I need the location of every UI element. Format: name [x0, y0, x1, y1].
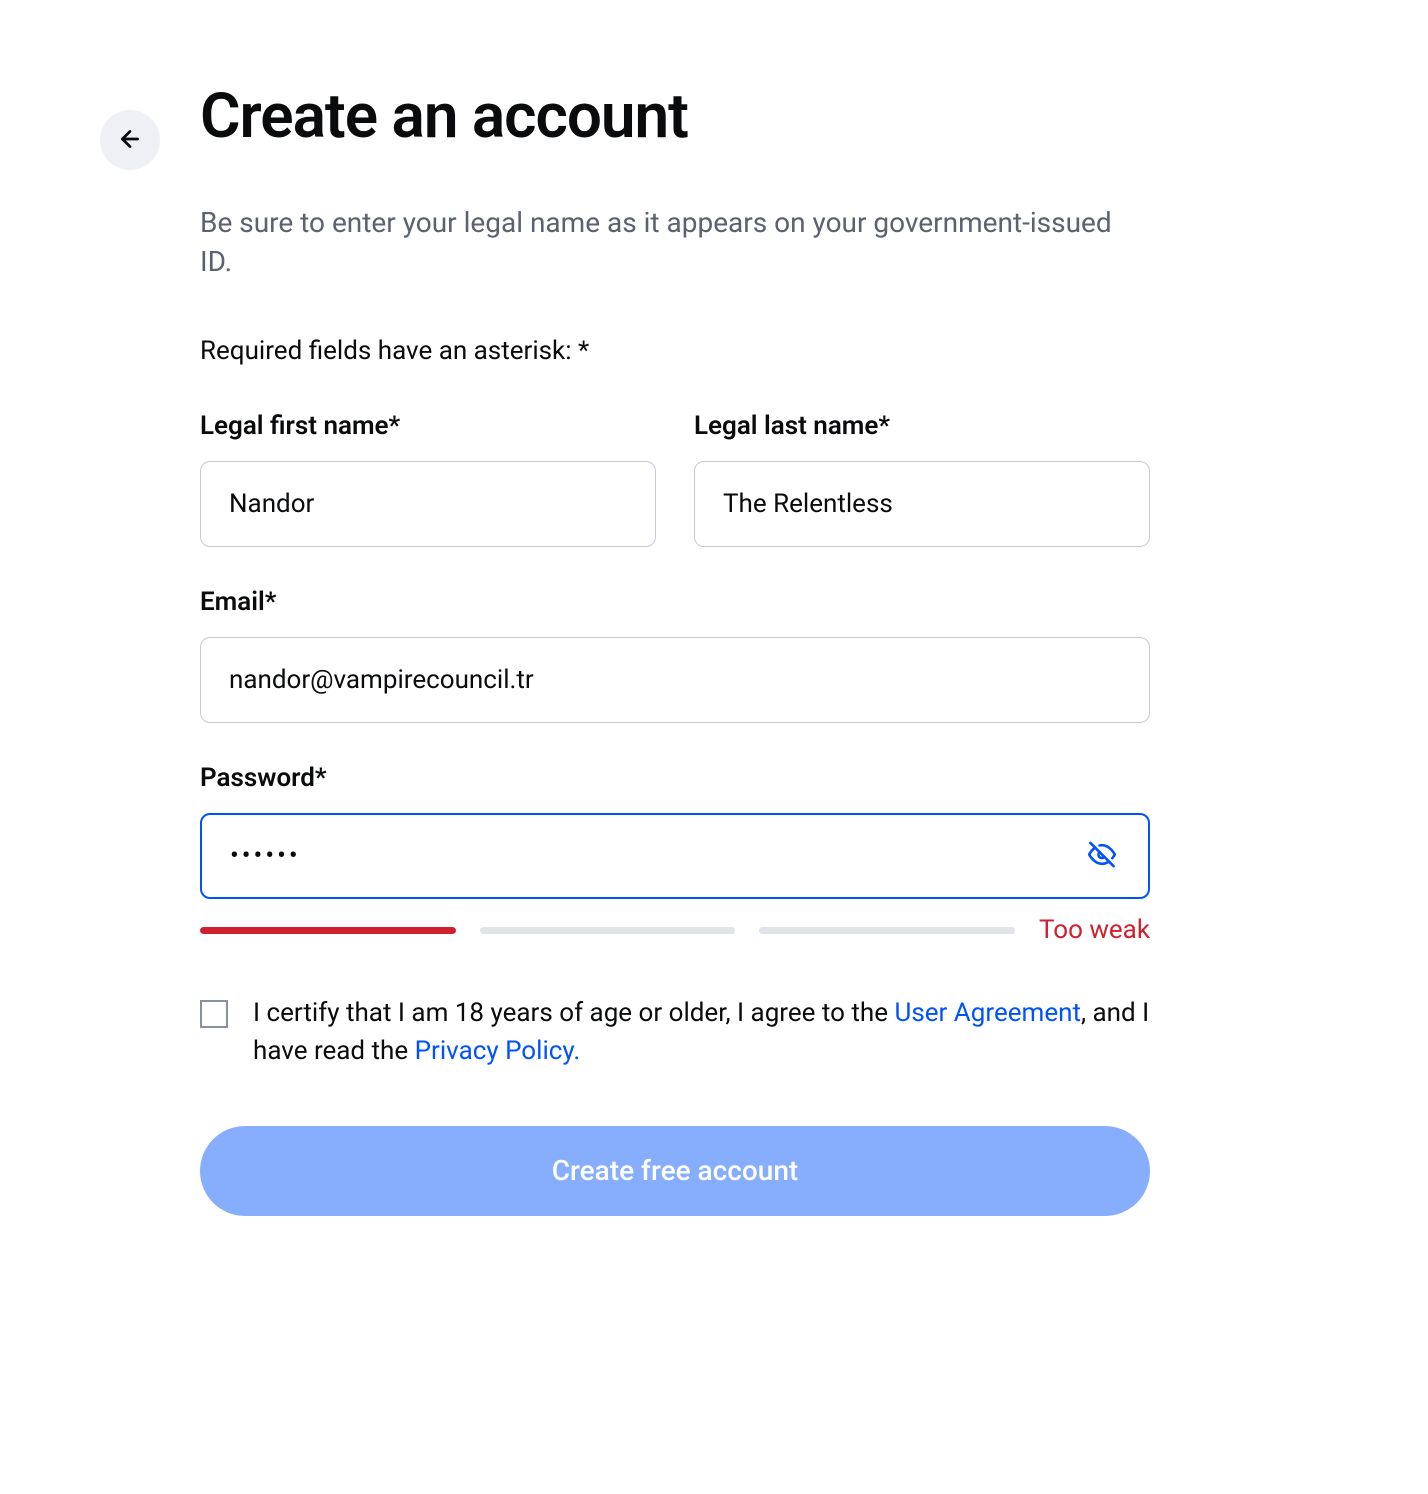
last-name-label: Legal last name* — [694, 411, 1150, 441]
first-name-label: Legal first name* — [200, 411, 656, 441]
email-input[interactable] — [200, 637, 1150, 723]
toggle-password-visibility-button[interactable] — [1082, 835, 1122, 878]
back-button[interactable] — [100, 110, 160, 170]
eye-off-icon — [1088, 841, 1116, 872]
consent-checkbox[interactable] — [200, 1000, 228, 1028]
password-strength-meter: Too weak — [200, 915, 1150, 945]
page-title: Create an account — [200, 80, 1150, 153]
email-label: Email* — [200, 587, 1150, 617]
strength-bar-3 — [759, 927, 1015, 934]
user-agreement-link[interactable]: User Agreement — [894, 998, 1080, 1028]
strength-bar-2 — [480, 927, 736, 934]
subtitle-text: Be sure to enter your legal name as it a… — [200, 203, 1150, 281]
create-account-button[interactable]: Create free account — [200, 1126, 1150, 1216]
first-name-input[interactable] — [200, 461, 656, 547]
password-strength-label: Too weak — [1039, 915, 1150, 945]
last-name-input[interactable] — [694, 461, 1150, 547]
password-label: Password* — [200, 763, 1150, 793]
password-input[interactable] — [200, 813, 1150, 899]
consent-label: I certify that I am 18 years of age or o… — [253, 995, 1150, 1070]
strength-bar-1 — [200, 927, 456, 934]
privacy-policy-link[interactable]: Privacy Policy. — [415, 1036, 581, 1066]
required-fields-note: Required fields have an asterisk: * — [200, 336, 1150, 366]
consent-text-1: I certify that I am 18 years of age or o… — [253, 998, 894, 1028]
arrow-left-icon — [117, 126, 143, 155]
